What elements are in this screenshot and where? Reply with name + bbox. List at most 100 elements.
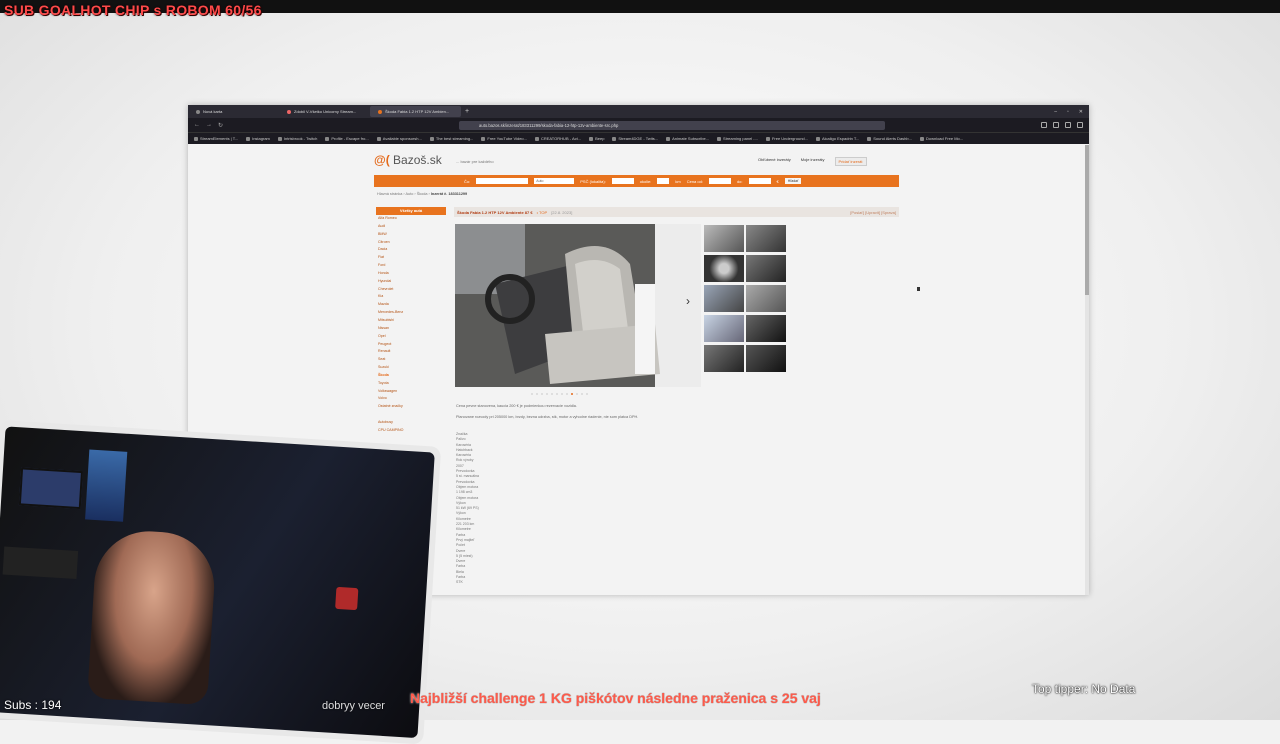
bookmark-item[interactable]: Alcaligo Espadrin T... (815, 136, 859, 141)
sidebar-item[interactable]: Alfa Romeo (376, 215, 446, 223)
bookmark-item[interactable]: CREATORHUB - Act... (534, 136, 581, 141)
pager-dot[interactable] (576, 393, 578, 395)
bookmark-item[interactable]: Free YouTube Video... (481, 136, 527, 141)
bookmark-item[interactable]: Beep (589, 136, 604, 141)
back-icon[interactable]: ← (194, 122, 200, 128)
bookmark-item[interactable]: The best streaming... (429, 136, 473, 141)
sidebar-item[interactable]: BMW (376, 231, 446, 239)
sidebar-item[interactable]: Mitsubishi (376, 317, 446, 325)
pager-dot[interactable] (556, 393, 558, 395)
sidebar-item[interactable]: Honda (376, 270, 446, 278)
sidebar-item[interactable]: Mercedes-Benz (376, 309, 446, 317)
breadcrumb-item[interactable]: Hlavná stránka (377, 192, 402, 196)
page-scrollbar[interactable] (1085, 145, 1089, 595)
thumbnail[interactable] (746, 345, 786, 372)
address-bar[interactable]: auto.bazos.sk/inzerat/183311299/skoda-fa… (459, 120, 885, 130)
sidebar-item[interactable]: Nissan (376, 325, 446, 333)
sidebar-item[interactable]: CPU CAMPINO (376, 427, 446, 435)
pager-dot[interactable] (586, 393, 588, 395)
bookmark-item[interactable]: StreamElements | T... (194, 136, 238, 141)
scrollbar-thumb[interactable] (1085, 145, 1089, 295)
bookmark-item[interactable]: Profile - Escape fro... (325, 136, 369, 141)
sidebar-item[interactable]: Seat (376, 356, 446, 364)
maximize-button[interactable]: ▫ (1067, 109, 1069, 115)
add-ad-button[interactable]: Pridať inzerát (834, 157, 867, 166)
sidebar-item[interactable] (376, 411, 446, 419)
search-button[interactable]: Hľadať (784, 178, 802, 184)
pager-dot[interactable] (581, 393, 583, 395)
sidebar-item[interactable]: Audi (376, 223, 446, 231)
sidebar-item[interactable]: Renault (376, 348, 446, 356)
sidebar-item[interactable]: Citroen (376, 239, 446, 247)
thumbnail[interactable] (704, 285, 744, 312)
tab-youtube[interactable]: Zdobil V-Všetko Unicorny Stream... (279, 106, 370, 117)
bazos-logo[interactable]: @( Bazoš.sk (374, 153, 442, 167)
sidebar-item[interactable]: Ostatné značky (376, 403, 446, 411)
my-ads-link[interactable]: Moje inzeráty (801, 157, 825, 166)
menu-icon[interactable] (1077, 122, 1083, 128)
pager-dot[interactable] (536, 393, 538, 395)
tab-bazos-ad[interactable]: Škoda Fabia 1.2 HTP 12V Ambien... (370, 106, 461, 117)
thumbnail[interactable] (746, 255, 786, 282)
price-from-input[interactable] (708, 178, 731, 184)
pager-dot[interactable] (541, 393, 543, 395)
minimize-button[interactable]: – (1054, 109, 1057, 115)
category-select[interactable]: Auto (534, 178, 575, 184)
sidebar-item[interactable]: Volvo (376, 395, 446, 403)
price-to-input[interactable] (748, 178, 771, 184)
bookmark-item[interactable]: Sound Alerts Dashb... (867, 136, 912, 141)
radius-select[interactable] (657, 178, 670, 184)
tab-new[interactable]: Nová karta (188, 106, 279, 117)
sidebar-item[interactable]: Peugeot (376, 341, 446, 349)
breadcrumb-item[interactable]: Auto (406, 192, 414, 196)
bookmark-item[interactable]: Available sponsorsh... (376, 136, 422, 141)
bookmark-item[interactable]: Stream4DGE - Twits... (612, 136, 658, 141)
reload-icon[interactable]: ↻ (218, 122, 223, 129)
new-tab-button[interactable]: + (461, 108, 473, 115)
breadcrumb-item[interactable]: Škoda (417, 192, 428, 196)
sidebar-item[interactable]: Volkswagen (376, 388, 446, 396)
ad-actions[interactable]: [Poslať] [Upravit] [Sprava] (850, 210, 896, 215)
bookmark-item[interactable]: Free Underground... (765, 136, 808, 141)
pager-dot[interactable] (561, 393, 563, 395)
pager-dot-active[interactable] (571, 393, 573, 395)
bookmark-item[interactable]: Streaming panel -... (717, 136, 758, 141)
pager-dot[interactable] (546, 393, 548, 395)
main-photo[interactable] (455, 224, 701, 387)
sidebar-item[interactable]: Toyota (376, 380, 446, 388)
pager-dot[interactable] (551, 393, 553, 395)
next-photo-icon[interactable]: › (686, 294, 690, 308)
downloads-icon[interactable] (1041, 122, 1047, 128)
pager-dot[interactable] (531, 393, 533, 395)
sidebar-item[interactable]: Fiat (376, 254, 446, 262)
sidebar-item[interactable]: Chevrolet (376, 286, 446, 294)
extensions-icon[interactable] (1065, 122, 1071, 128)
sidebar-item[interactable]: Mazda (376, 301, 446, 309)
pager-dot[interactable] (566, 393, 568, 395)
favorites-link[interactable]: Obľúbené inzeráty (758, 157, 791, 166)
sidebar-item[interactable]: Škoda (376, 372, 446, 380)
sidebar-item[interactable]: Dacia (376, 246, 446, 254)
thumbnail[interactable] (746, 225, 786, 252)
forward-icon[interactable]: → (206, 122, 212, 128)
thumbnail[interactable] (746, 285, 786, 312)
thumbnail[interactable] (704, 225, 744, 252)
close-window-button[interactable]: ✕ (1079, 109, 1083, 115)
thumbnail[interactable] (704, 345, 744, 372)
sidebar-item[interactable]: Suzuki (376, 364, 446, 372)
sidebar-item[interactable]: Opel (376, 333, 446, 341)
library-icon[interactable] (1053, 122, 1059, 128)
thumbnail[interactable] (746, 315, 786, 342)
bookmark-item[interactable]: Intrisbrook - Twitch (277, 136, 317, 141)
sidebar-item[interactable]: Kia (376, 293, 446, 301)
psc-input[interactable] (611, 178, 634, 184)
search-input[interactable] (476, 178, 529, 184)
sidebar-item[interactable]: Hyundai (376, 278, 446, 286)
thumbnail[interactable] (704, 315, 744, 342)
bookmark-item[interactable]: Instagram (246, 136, 270, 141)
sidebar-item[interactable]: Ford (376, 262, 446, 270)
bookmark-item[interactable]: Download Free Mo... (919, 136, 963, 141)
sidebar-item[interactable]: Autobusy (376, 419, 446, 427)
thumbnail[interactable] (704, 255, 744, 282)
bookmark-item[interactable]: Animate Subscribe... (666, 136, 709, 141)
